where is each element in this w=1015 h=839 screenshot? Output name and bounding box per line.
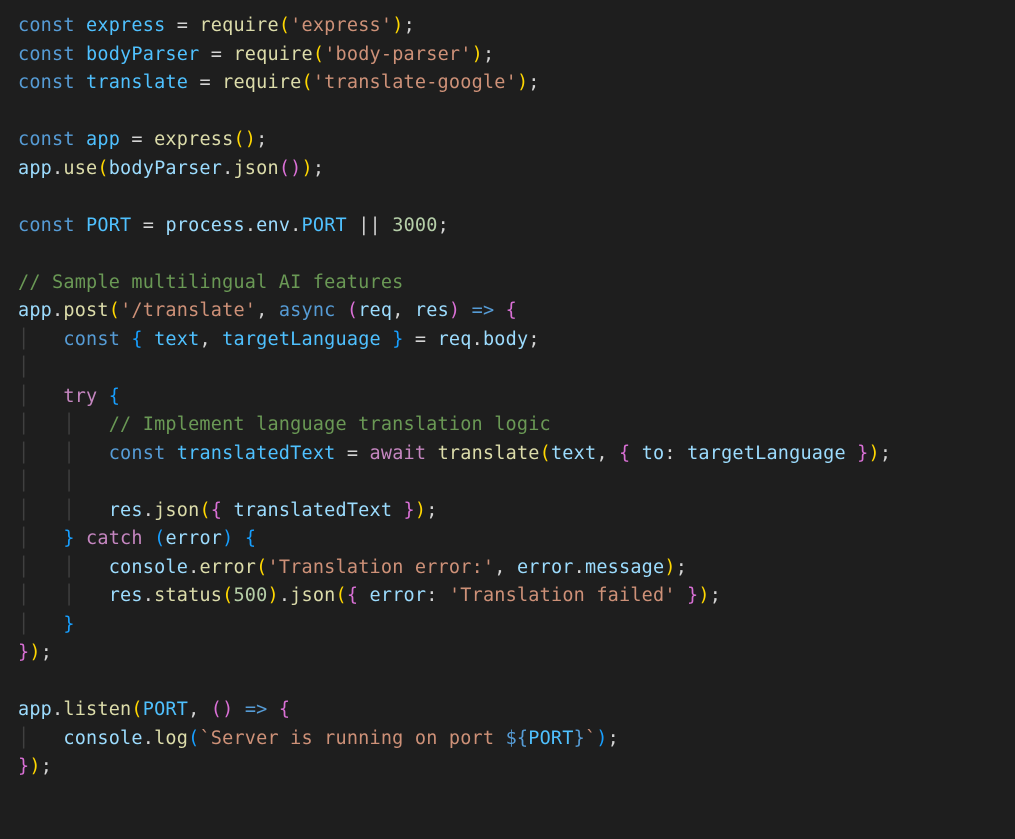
- keyword-const: const: [18, 15, 75, 36]
- fn-require: require: [199, 15, 278, 36]
- string: 'express': [290, 15, 392, 36]
- identifier: express: [86, 15, 165, 36]
- code-editor[interactable]: const express = require('express'); cons…: [0, 0, 1015, 794]
- comment: // Sample multilingual AI features: [18, 272, 404, 293]
